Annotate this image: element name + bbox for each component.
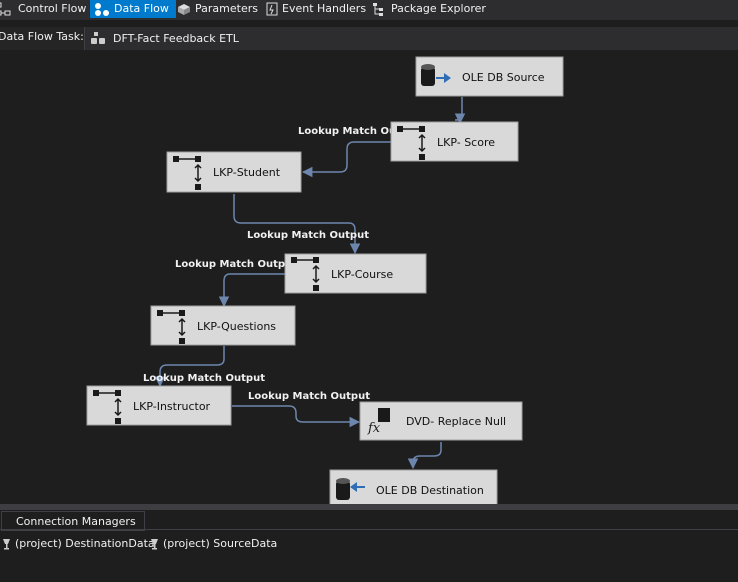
data-flow-task-label: Data Flow Task: [0, 30, 84, 43]
data-flow-task-selector[interactable]: DFT-Fact Feedback ETL [84, 27, 738, 50]
path-label: Lookup Match Output [248, 391, 370, 402]
component-dvd-replace-null[interactable]: fx DVD- Replace Null [359, 401, 523, 441]
component-lkp-student[interactable]: LKP-Student [166, 151, 302, 193]
component-ole-db-destination[interactable]: OLE DB Destination [329, 469, 498, 504]
tab-event-handlers[interactable]: Event Handlers [266, 0, 367, 18]
data-flow-icon [95, 3, 109, 16]
connection-manager-item[interactable]: (project) SourceData [150, 537, 277, 550]
tab-package-explorer[interactable]: Package Explorer [373, 0, 486, 18]
connection-manager-name: (project) DestinationData [15, 537, 155, 550]
tab-control-flow[interactable]: Control Flow [0, 0, 87, 18]
component-lkp-score[interactable]: LKP- Score [390, 121, 519, 162]
connection-managers-panel: Connection Managers (project) Destinatio… [0, 510, 738, 582]
component-label: LKP-Instructor [133, 400, 211, 413]
component-label: DVD- Replace Null [406, 415, 506, 428]
svg-text:fx: fx [367, 421, 381, 436]
designer-tab-strip: Control Flow Data Flow Parameters Event … [0, 0, 738, 20]
component-lkp-questions[interactable]: LKP-Questions [150, 305, 296, 346]
tab-label: Control Flow [18, 2, 87, 15]
component-label: LKP-Student [213, 166, 281, 179]
data-flow-task-icon [91, 32, 105, 44]
component-lkp-course[interactable]: LKP-Course [284, 253, 427, 294]
path-source-to-score[interactable] [454, 97, 466, 125]
component-label: LKP-Course [331, 268, 393, 281]
tab-label: Data Flow [114, 2, 169, 15]
data-flow-task-value: DFT-Fact Feedback ETL [113, 32, 239, 45]
tab-data-flow[interactable]: Data Flow [90, 0, 176, 18]
component-lkp-instructor[interactable]: LKP-Instructor [86, 385, 232, 426]
path-label: Lookup Match Output [247, 230, 369, 241]
parameters-icon [178, 4, 190, 15]
connection-managers-tab-label: Connection Managers [16, 515, 136, 528]
panel-divider [0, 529, 738, 530]
connection-manager-item[interactable]: (project) DestinationData [2, 537, 155, 550]
data-flow-task-bar: Data Flow Task: DFT-Fact Feedback ETL [0, 27, 738, 51]
component-ole-db-source[interactable]: OLE DB Source [415, 56, 564, 97]
path-student-to-course[interactable] [233, 194, 361, 255]
control-flow-icon [0, 2, 11, 16]
data-flow-diagram: Lookup Match Output Lookup Match Output … [86, 56, 564, 504]
tab-parameters[interactable]: Parameters [177, 0, 259, 18]
tab-label: Package Explorer [391, 2, 486, 15]
event-handlers-icon [266, 2, 278, 16]
connection-manager-name: (project) SourceData [163, 537, 278, 550]
tab-label: Parameters [195, 2, 258, 15]
path-derived-to-destination[interactable] [407, 442, 442, 470]
path-instructor-to-derived[interactable] [232, 405, 361, 428]
connection-manager-icon [3, 539, 10, 550]
component-label: LKP- Score [437, 136, 495, 149]
path-course-to-questions[interactable] [218, 273, 285, 308]
package-explorer-icon [373, 3, 383, 16]
component-label: OLE DB Destination [376, 484, 484, 497]
path-label: Lookup Match Output [143, 373, 265, 384]
tab-connection-managers[interactable]: Connection Managers [1, 511, 145, 531]
path-score-to-student[interactable] [301, 141, 391, 178]
path-label: Lookup Match Output [175, 259, 297, 270]
component-label: OLE DB Source [462, 71, 545, 84]
tab-label: Event Handlers [282, 2, 367, 15]
data-flow-design-surface[interactable]: Lookup Match Output Lookup Match Output … [0, 50, 738, 504]
component-label: LKP-Questions [197, 320, 276, 333]
connection-manager-icon [151, 539, 158, 550]
